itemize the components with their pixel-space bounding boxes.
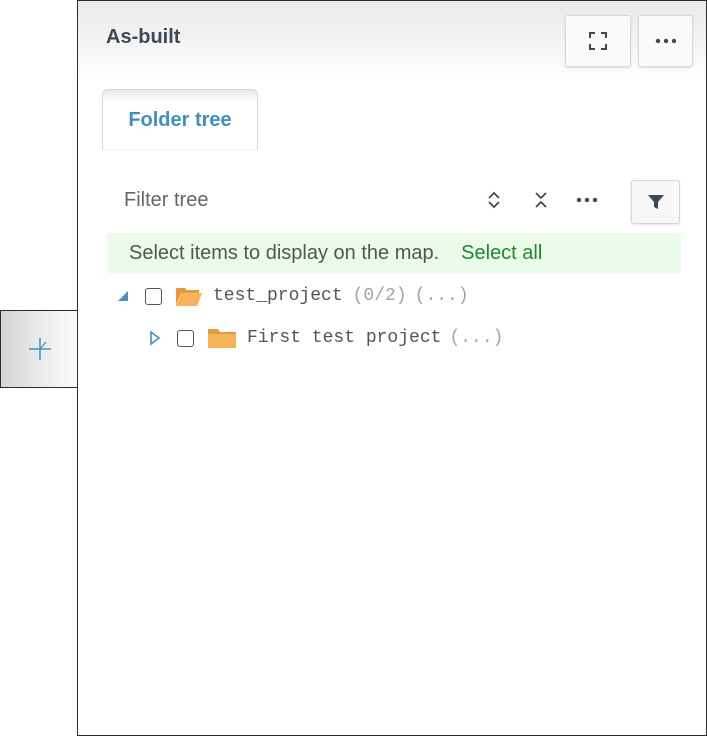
as-built-panel: As-built Folder tree Filter tree Select … (77, 0, 707, 736)
filter-button[interactable] (631, 180, 680, 224)
filter-icon (647, 195, 664, 209)
tree-toggle[interactable] (114, 287, 132, 305)
side-tab-add[interactable] (0, 310, 78, 388)
tree-item-ellipsis[interactable]: (...) (449, 328, 503, 348)
tree-checkbox[interactable] (177, 329, 194, 347)
tab-folder-tree[interactable]: Folder tree (102, 89, 258, 150)
expand-all-button[interactable] (480, 186, 508, 214)
panel-more-button[interactable] (638, 15, 693, 67)
tree-more-button[interactable] (573, 186, 601, 214)
select-all-link[interactable]: Select all (461, 242, 542, 265)
tree-item-name[interactable]: test_project (213, 286, 343, 306)
fullscreen-icon (589, 32, 607, 50)
collapsed-triangle-icon (150, 330, 161, 346)
fullscreen-button[interactable] (565, 15, 631, 67)
expand-collapse-icon (488, 191, 500, 209)
more-horizontal-icon (655, 38, 676, 44)
tree-row: test_project (0/2) (...) (114, 281, 469, 311)
collapse-all-icon (535, 192, 547, 208)
tree-checkbox[interactable] (145, 287, 162, 305)
folder-open-icon (175, 285, 203, 307)
panel-title: As-built (106, 26, 181, 48)
expanded-triangle-icon (118, 291, 128, 301)
add-icon (28, 338, 51, 360)
more-horizontal-icon (576, 197, 598, 203)
collapse-all-button[interactable] (527, 186, 555, 214)
selection-banner: Select items to display on the map. Sele… (107, 233, 681, 273)
tree-toggle[interactable] (146, 329, 164, 347)
tree-row: First test project (...) (146, 323, 503, 353)
folder-icon (207, 327, 237, 349)
panel-header: As-built (78, 1, 706, 81)
tree-item-name[interactable]: First test project (247, 328, 441, 348)
tab-underline (102, 149, 258, 150)
filter-tree-input[interactable] (108, 181, 438, 219)
tree-item-count: (0/2) (352, 286, 407, 306)
tree-item-ellipsis[interactable]: (...) (415, 286, 469, 306)
banner-message: Select items to display on the map. (129, 241, 440, 264)
